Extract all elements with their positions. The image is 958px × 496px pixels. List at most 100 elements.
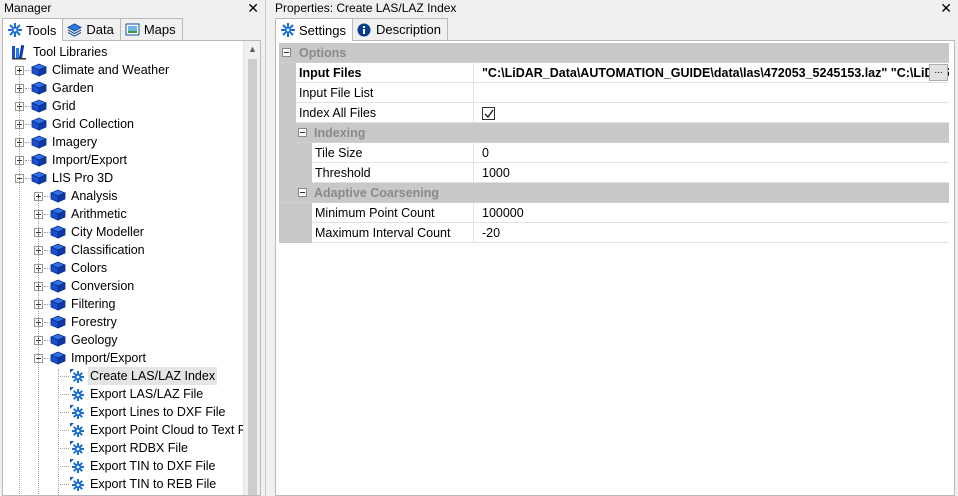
tab-description-label: Description <box>375 22 442 37</box>
tree-library-lis-pro-3d[interactable]: LIS Pro 3D <box>3 169 244 187</box>
property-threshold[interactable]: Threshold 1000 <box>279 163 949 183</box>
map-icon <box>125 22 140 37</box>
info-icon <box>357 22 372 37</box>
tool-gear-icon <box>69 386 85 402</box>
max-interval-count-value[interactable]: -20 <box>478 223 949 243</box>
tab-data-label: Data <box>86 22 114 37</box>
row-gutter <box>296 143 312 163</box>
tool-gear-icon <box>69 368 85 384</box>
properties-close-icon[interactable]: ✕ <box>940 0 952 16</box>
property-min-point-count[interactable]: Minimum Point Count 100000 <box>279 203 949 223</box>
tab-tools[interactable]: Tools <box>2 18 64 41</box>
property-name: Input File List <box>299 83 474 103</box>
manager-panel: Manager ✕ Tools Data Maps Tool Libraries… <box>0 0 266 496</box>
tree-item-label: City Modeller <box>71 225 144 239</box>
tree-library-item[interactable]: Import/Export <box>3 151 244 169</box>
row-gutter <box>279 223 296 243</box>
property-input-files[interactable]: Input Files "C:\LiDAR_Data\AUTOMATION_GU… <box>279 63 949 83</box>
tree-library-item[interactable]: Grid <box>3 97 244 115</box>
tree-tool-item[interactable]: Export LAS/LAZ File <box>3 385 244 403</box>
tree-sub-library-item[interactable]: Arithmetic <box>3 205 244 223</box>
property-index-all-files[interactable]: Index All Files <box>279 103 949 123</box>
app-window: Manager ✕ Tools Data Maps Tool Libraries… <box>0 0 958 496</box>
tree-content: Tool Libraries Climate and Weather Garden G… <box>3 43 258 495</box>
tree-sub-library-item[interactable]: Filtering <box>3 295 244 313</box>
tree-sub-library-item[interactable]: Analysis <box>3 187 244 205</box>
collapse-icon[interactable] <box>298 128 307 137</box>
tree-sub-library-item[interactable]: Forestry <box>3 313 244 331</box>
input-file-list-value[interactable] <box>478 83 949 103</box>
book-icon <box>30 171 48 185</box>
row-gutter <box>296 163 312 183</box>
category-adaptive-coarsening[interactable]: Adaptive Coarsening <box>279 183 949 203</box>
scrollbar-thumb[interactable] <box>248 59 257 495</box>
collapse-icon[interactable] <box>298 188 307 197</box>
tab-settings[interactable]: Settings <box>275 18 353 41</box>
row-gutter <box>279 123 296 143</box>
tree-sub-library-item[interactable]: Geology <box>3 331 244 349</box>
tree-root-tool-libraries[interactable]: Tool Libraries <box>3 43 244 61</box>
tree-sub-library-item[interactable]: Classification <box>3 241 244 259</box>
tree-tool-item[interactable]: Export TIN to DXF File <box>3 457 244 475</box>
collapse-icon[interactable] <box>282 48 291 57</box>
scroll-up-icon[interactable]: ▲ <box>244 41 260 58</box>
tree-connector <box>58 466 69 467</box>
tree-item-label: Export LAS/LAZ File <box>90 387 204 401</box>
tree-item-label: Export TIN to REB File <box>90 477 217 491</box>
properties-tabs: Settings Description <box>275 18 449 41</box>
tree-library-item[interactable]: Grid Collection <box>3 115 244 133</box>
book-icon <box>30 153 48 167</box>
row-gutter <box>279 143 296 163</box>
min-point-count-value[interactable]: 100000 <box>478 203 949 223</box>
tree-library-item[interactable]: Climate and Weather <box>3 61 244 79</box>
tree-item-label: Filtering <box>71 297 116 311</box>
tab-maps[interactable]: Maps <box>119 18 183 40</box>
book-icon <box>49 189 67 203</box>
property-input-file-list[interactable]: Input File List <box>279 83 949 103</box>
tree-tool-item[interactable]: Create LAS/LAZ Index <box>3 367 244 385</box>
tab-tools-label: Tools <box>26 22 57 38</box>
category-options[interactable]: Options <box>279 43 949 63</box>
input-files-value[interactable]: "C:\LiDAR_Data\AUTOMATION_GUIDE\data\las… <box>478 63 949 83</box>
tab-description[interactable]: Description <box>351 18 449 40</box>
tree-item-label: Climate and Weather <box>52 63 170 77</box>
tree-connector <box>58 369 59 495</box>
tool-gear-icon <box>69 404 85 420</box>
tab-data[interactable]: Data <box>62 18 121 40</box>
property-max-interval-count[interactable]: Maximum Interval Count -20 <box>279 223 949 243</box>
property-name: Maximum Interval Count <box>315 223 474 243</box>
manager-close-icon[interactable]: ✕ <box>247 0 259 16</box>
tree-connector <box>58 394 69 395</box>
tool-gear-icon <box>69 476 85 492</box>
tree-item-label: Tool Libraries <box>33 45 108 59</box>
category-indexing[interactable]: Indexing <box>279 123 949 143</box>
tree-sub-library-item[interactable]: City Modeller <box>3 223 244 241</box>
category-indexing-label: Indexing <box>314 126 366 140</box>
tree-item-label: LIS Pro 3D <box>52 171 114 185</box>
manager-tabs: Tools Data Maps <box>2 18 183 41</box>
property-name: Input Files <box>299 63 474 83</box>
tab-maps-label: Maps <box>143 22 176 37</box>
tree-tool-item[interactable]: Export Point Cloud to Text File <box>3 421 258 439</box>
index-all-files-checkbox[interactable] <box>482 107 495 120</box>
tree-item-label: Import/Export <box>71 351 147 365</box>
property-tile-size[interactable]: Tile Size 0 <box>279 143 949 163</box>
tree-library-item[interactable]: Garden <box>3 79 244 97</box>
tree-tool-item[interactable]: Export TIN to REB File <box>3 475 244 493</box>
tab-settings-label: Settings <box>299 22 346 38</box>
tree-tool-item[interactable]: Export Lines to DXF File <box>3 403 244 421</box>
tree-item-label: Grid <box>52 99 76 113</box>
tree-vertical-scrollbar[interactable]: ▲ <box>243 41 260 495</box>
row-gutter <box>279 203 296 223</box>
browse-button[interactable]: ... <box>929 64 948 81</box>
tree-item-label: Arithmetic <box>71 207 127 221</box>
tree-sub-library-item[interactable]: Colors <box>3 259 244 277</box>
manager-title: Manager <box>4 1 52 15</box>
tile-size-value[interactable]: 0 <box>478 143 949 163</box>
tree-tool-item[interactable]: Export RDBX File <box>3 439 244 457</box>
threshold-value[interactable]: 1000 <box>478 163 949 183</box>
tree-library-item[interactable]: Imagery <box>3 133 244 151</box>
tree-item-label: Colors <box>71 261 108 275</box>
tree-sub-library-item[interactable]: Conversion <box>3 277 244 295</box>
tree-sub-library-import-export[interactable]: Import/Export <box>3 349 244 367</box>
